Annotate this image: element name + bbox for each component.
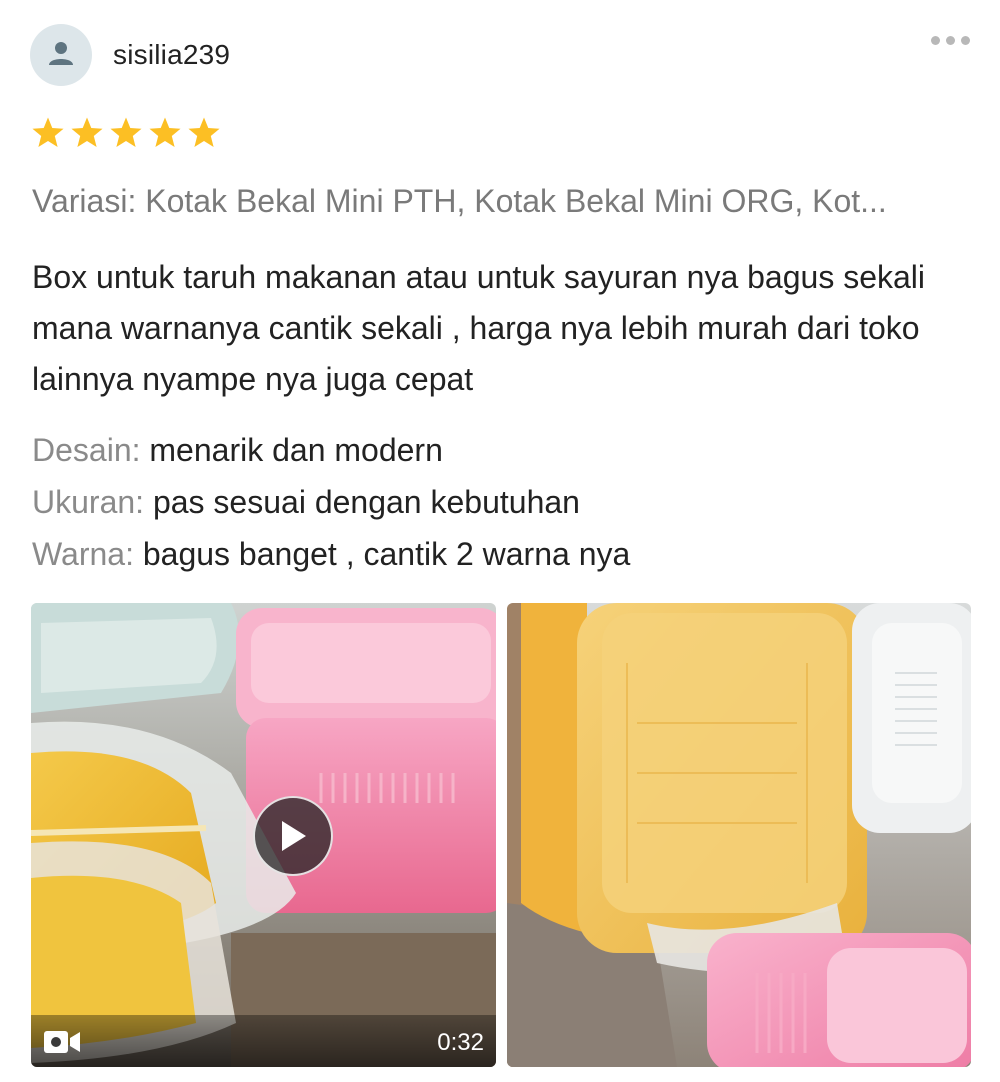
video-info-bar: 0:32 bbox=[31, 1015, 496, 1067]
review-video-thumbnail[interactable]: 0:32 bbox=[31, 603, 496, 1067]
review-header: sisilia239 bbox=[30, 24, 230, 86]
star-rating bbox=[30, 116, 222, 150]
attribute-value: menarik dan modern bbox=[149, 432, 443, 468]
attribute-label: Ukuran: bbox=[32, 484, 145, 520]
star-icon bbox=[147, 116, 183, 150]
attribute-value: bagus banget , cantik 2 warna nya bbox=[142, 536, 631, 572]
attribute-value: pas sesuai dengan kebutuhan bbox=[152, 484, 580, 520]
star-icon bbox=[108, 116, 144, 150]
attribute-row: Ukuran: pas sesuai dengan kebutuhan bbox=[32, 476, 630, 528]
video-duration: 0:32 bbox=[437, 1029, 484, 1056]
star-icon bbox=[30, 116, 66, 150]
review-photo bbox=[507, 603, 971, 1067]
attribute-row: Desain: menarik dan modern bbox=[32, 424, 630, 476]
avatar[interactable] bbox=[30, 24, 92, 86]
video-camera-icon bbox=[43, 1029, 81, 1055]
variation-text: Variasi: Kotak Bekal Mini PTH, Kotak Bek… bbox=[32, 183, 887, 219]
play-button[interactable] bbox=[253, 796, 333, 876]
more-options-button[interactable] bbox=[931, 36, 970, 45]
attribute-list: Desain: menarik dan modern Ukuran: pas s… bbox=[32, 424, 630, 580]
star-icon bbox=[69, 116, 105, 150]
attribute-row: Warna: bagus banget , cantik 2 warna nya bbox=[32, 528, 630, 580]
attribute-label: Warna: bbox=[32, 536, 134, 572]
review-photo-thumbnail[interactable] bbox=[507, 603, 971, 1067]
user-icon bbox=[48, 40, 74, 71]
username[interactable]: sisilia239 bbox=[113, 39, 230, 71]
review-card: sisilia239 Variasi: Kotak Bekal Mini PTH… bbox=[0, 0, 1000, 1082]
more-icon bbox=[931, 36, 940, 45]
review-body: Box untuk taruh makanan atau untuk sayur… bbox=[32, 259, 926, 397]
star-icon bbox=[186, 116, 222, 150]
attribute-label: Desain: bbox=[32, 432, 141, 468]
play-icon bbox=[278, 819, 308, 853]
